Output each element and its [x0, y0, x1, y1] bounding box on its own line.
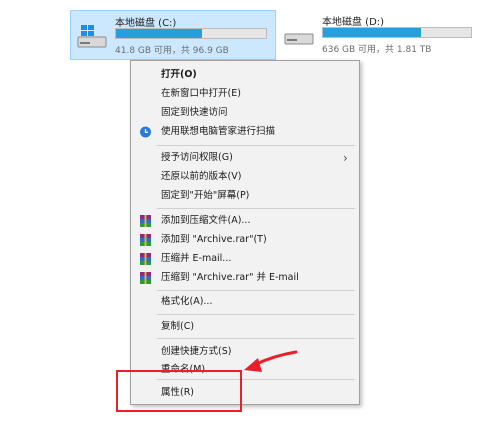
annotation-arrow-icon — [244, 350, 298, 372]
